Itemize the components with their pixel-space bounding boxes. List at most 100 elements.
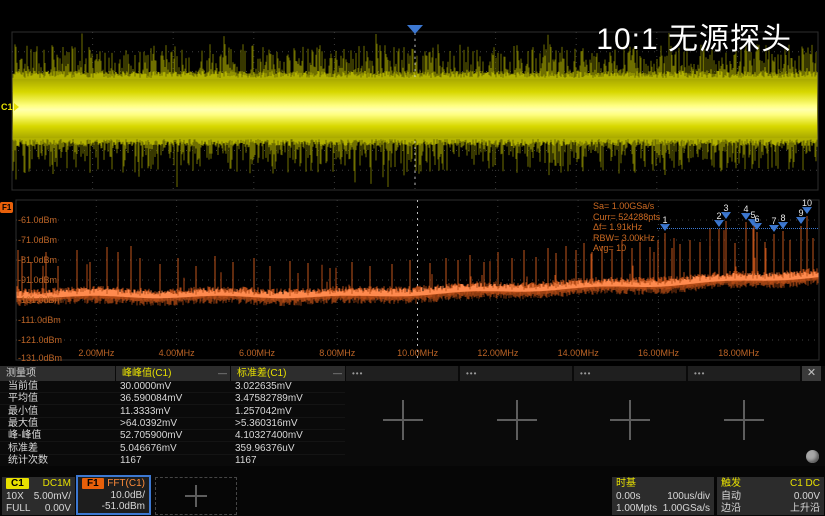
measure-col2-header[interactable]: 标准差(C1) — bbox=[231, 366, 345, 381]
measurement-cell-v2: 3.022635mV bbox=[235, 381, 292, 393]
f1-fft-descriptor[interactable]: F1 FFT(C1) 10.0dB/ -51.0dBm bbox=[76, 475, 151, 515]
trigger-source: C1 bbox=[790, 478, 803, 489]
fft-x-axis-label: 16.00MHz bbox=[629, 348, 689, 358]
measurement-cell-v1: 36.590084mV bbox=[120, 393, 182, 405]
trigger-position-marker-icon[interactable] bbox=[407, 25, 423, 34]
fft-info-line: Avg= 10 bbox=[593, 243, 660, 254]
measurement-cell-v1: 5.046676mV bbox=[120, 443, 177, 455]
fft-y-axis-label: -71.0dBm bbox=[18, 235, 57, 245]
measurement-header-row: 测量项 峰峰值(C1) — 标准差(C1) — •••••••••••• ✕ bbox=[0, 366, 825, 381]
peak-marker-triangle-icon bbox=[778, 222, 788, 229]
peak-marker-triangle-icon bbox=[721, 212, 731, 219]
measurement-row: 最大值>64.0392mV>5.360316mV bbox=[0, 418, 345, 430]
trigger-type: 边沿 bbox=[721, 503, 741, 514]
collapse-measure-icon[interactable]: — bbox=[218, 366, 227, 381]
measurement-cell-v2: 4.10327400mV bbox=[235, 430, 303, 442]
measurement-row: 标准差 5.046676mV 359.96376uV bbox=[0, 443, 345, 455]
add-channel-slot[interactable] bbox=[155, 477, 237, 515]
fft-y-axis-label: -81.0dBm bbox=[18, 255, 57, 265]
peak-marker-6: 6 bbox=[749, 215, 765, 230]
descriptor-bar: C1 DC1M 10X 5.00mV/ FULL 0.00V F1 FFT(C1… bbox=[0, 466, 825, 516]
empty-measure-headers: •••••••••••• bbox=[346, 366, 802, 381]
timebase-points: 1.00Mpts bbox=[616, 503, 657, 514]
peak-marker-3: 3 bbox=[718, 204, 734, 219]
c1-offset: 0.00V bbox=[45, 503, 71, 514]
measurement-cell-label: 峰-峰值 bbox=[8, 430, 41, 442]
fft-x-axis-label: 6.00MHz bbox=[227, 348, 287, 358]
timebase-delay: 0.00s bbox=[616, 491, 640, 502]
measurement-cell-v2: 1167 bbox=[235, 455, 257, 467]
timebase-title: 时基 bbox=[616, 478, 636, 490]
trigger-mode: 自动 bbox=[721, 491, 741, 502]
measurement-panel: 测量项 峰峰值(C1) — 标准差(C1) — •••••••••••• ✕ 当… bbox=[0, 366, 825, 466]
peak-threshold-line bbox=[657, 228, 818, 229]
peak-marker-number: 8 bbox=[775, 214, 791, 222]
trigger-title: 触发 bbox=[721, 478, 741, 490]
c1-level-marker[interactable]: C1 bbox=[1, 102, 19, 112]
measurement-cell-v1: >64.0392mV bbox=[120, 418, 177, 430]
measurement-cell-label: 标准差 bbox=[8, 443, 38, 455]
peak-marker-number: 10 bbox=[799, 199, 815, 207]
measurement-cell-v1: 11.3333mV bbox=[120, 406, 170, 418]
measurement-cell-v2: 359.96376uV bbox=[235, 443, 295, 455]
c1-badge: C1 bbox=[6, 478, 29, 489]
measurement-row: 当前值30.0000mV3.022635mV bbox=[0, 381, 345, 393]
add-measurement-icon[interactable] bbox=[610, 400, 650, 440]
measurement-cell-label: 平均值 bbox=[8, 393, 38, 405]
c1-attenuation: 10X bbox=[6, 491, 24, 502]
measurement-cell-label: 最小值 bbox=[8, 406, 38, 418]
add-measurement-icon[interactable] bbox=[497, 400, 537, 440]
peak-marker-10: 10 bbox=[799, 199, 815, 214]
f1-ref-level: -51.0dBm bbox=[102, 501, 145, 512]
fft-info-readout: Sa= 1.00GSa/sCurr= 524288ptsΔf= 1.91kHzR… bbox=[593, 201, 660, 254]
fft-x-axis-label: 18.00MHz bbox=[709, 348, 769, 358]
close-measurements-button[interactable]: ✕ bbox=[802, 366, 821, 381]
peak-marker-number: 1 bbox=[657, 216, 673, 224]
measurement-cell-v1: 1167 bbox=[120, 455, 142, 467]
fft-y-axis-label: -61.0dBm bbox=[18, 215, 57, 225]
add-measurement-icon[interactable] bbox=[724, 400, 764, 440]
fft-x-axis-label: 4.00MHz bbox=[147, 348, 207, 358]
peak-marker-1: 1 bbox=[657, 216, 673, 231]
trigger-descriptor[interactable]: 触发 C1 DC 自动 0.00V 边沿 上升沿 bbox=[717, 477, 824, 515]
collapse-measure-icon[interactable]: — bbox=[333, 366, 342, 381]
fft-x-axis-label: 10.00MHz bbox=[388, 348, 448, 358]
c1-bandwidth: FULL bbox=[6, 503, 30, 514]
fft-x-axis-label: 8.00MHz bbox=[307, 348, 367, 358]
peak-marker-triangle-icon bbox=[796, 217, 806, 224]
peak-marker-triangle-icon bbox=[802, 207, 812, 214]
c1-vdiv: 5.00mV/ bbox=[34, 491, 71, 502]
c1-level-marker-label: C1 bbox=[1, 102, 13, 112]
empty-measure-header[interactable]: ••• bbox=[574, 366, 686, 381]
timebase-descriptor[interactable]: 时基 0.00s 100us/div 1.00Mpts 1.00GSa/s bbox=[612, 477, 714, 515]
timebase-samplerate: 1.00GSa/s bbox=[663, 503, 710, 514]
drag-handle-icon[interactable] bbox=[806, 450, 819, 463]
fft-info-line: Curr= 524288pts bbox=[593, 212, 660, 223]
empty-measure-header[interactable]: ••• bbox=[460, 366, 572, 381]
empty-measure-header[interactable]: ••• bbox=[346, 366, 458, 381]
f1-scale: 10.0dB/ bbox=[111, 490, 145, 501]
measurement-row: 峰-峰值 52.705900mV 4.10327400mV bbox=[0, 430, 345, 442]
fft-trace-badge[interactable]: F1 bbox=[0, 202, 13, 213]
measurement-cell-v1: 52.705900mV bbox=[120, 430, 182, 442]
measurement-cell-v2: 3.47582789mV bbox=[235, 393, 303, 405]
probe-label: 10:1 无源探头 bbox=[596, 14, 792, 58]
measurement-row: 平均值 36.590084mV 3.47582789mV bbox=[0, 393, 345, 405]
fft-y-axis-label: -101.0dBm bbox=[18, 295, 62, 305]
measure-col1-header[interactable]: 峰峰值(C1) — bbox=[116, 366, 230, 381]
f1-function: FFT(C1) bbox=[107, 478, 145, 489]
measure-item-header: 测量项 bbox=[0, 366, 115, 381]
fft-info-line: RBW= 3.00kHz bbox=[593, 233, 660, 244]
measurement-row: 最小值 11.3333mV 1.257042mV bbox=[0, 406, 345, 418]
peak-marker-triangle-icon bbox=[660, 224, 670, 231]
trigger-coupling: DC bbox=[806, 478, 820, 489]
peak-marker-8: 8 bbox=[775, 214, 791, 229]
fft-x-axis-label: 2.00MHz bbox=[66, 348, 126, 358]
empty-measure-header[interactable]: ••• bbox=[688, 366, 800, 381]
fft-y-axis-label: -91.0dBm bbox=[18, 275, 57, 285]
add-measurement-icon[interactable] bbox=[383, 400, 423, 440]
measurement-cell-v2: 1.257042mV bbox=[235, 406, 292, 418]
channel1-descriptor[interactable]: C1 DC1M 10X 5.00mV/ FULL 0.00V bbox=[2, 477, 75, 515]
c1-coupling: DC1M bbox=[43, 478, 71, 489]
peak-marker-triangle-icon bbox=[752, 223, 762, 230]
